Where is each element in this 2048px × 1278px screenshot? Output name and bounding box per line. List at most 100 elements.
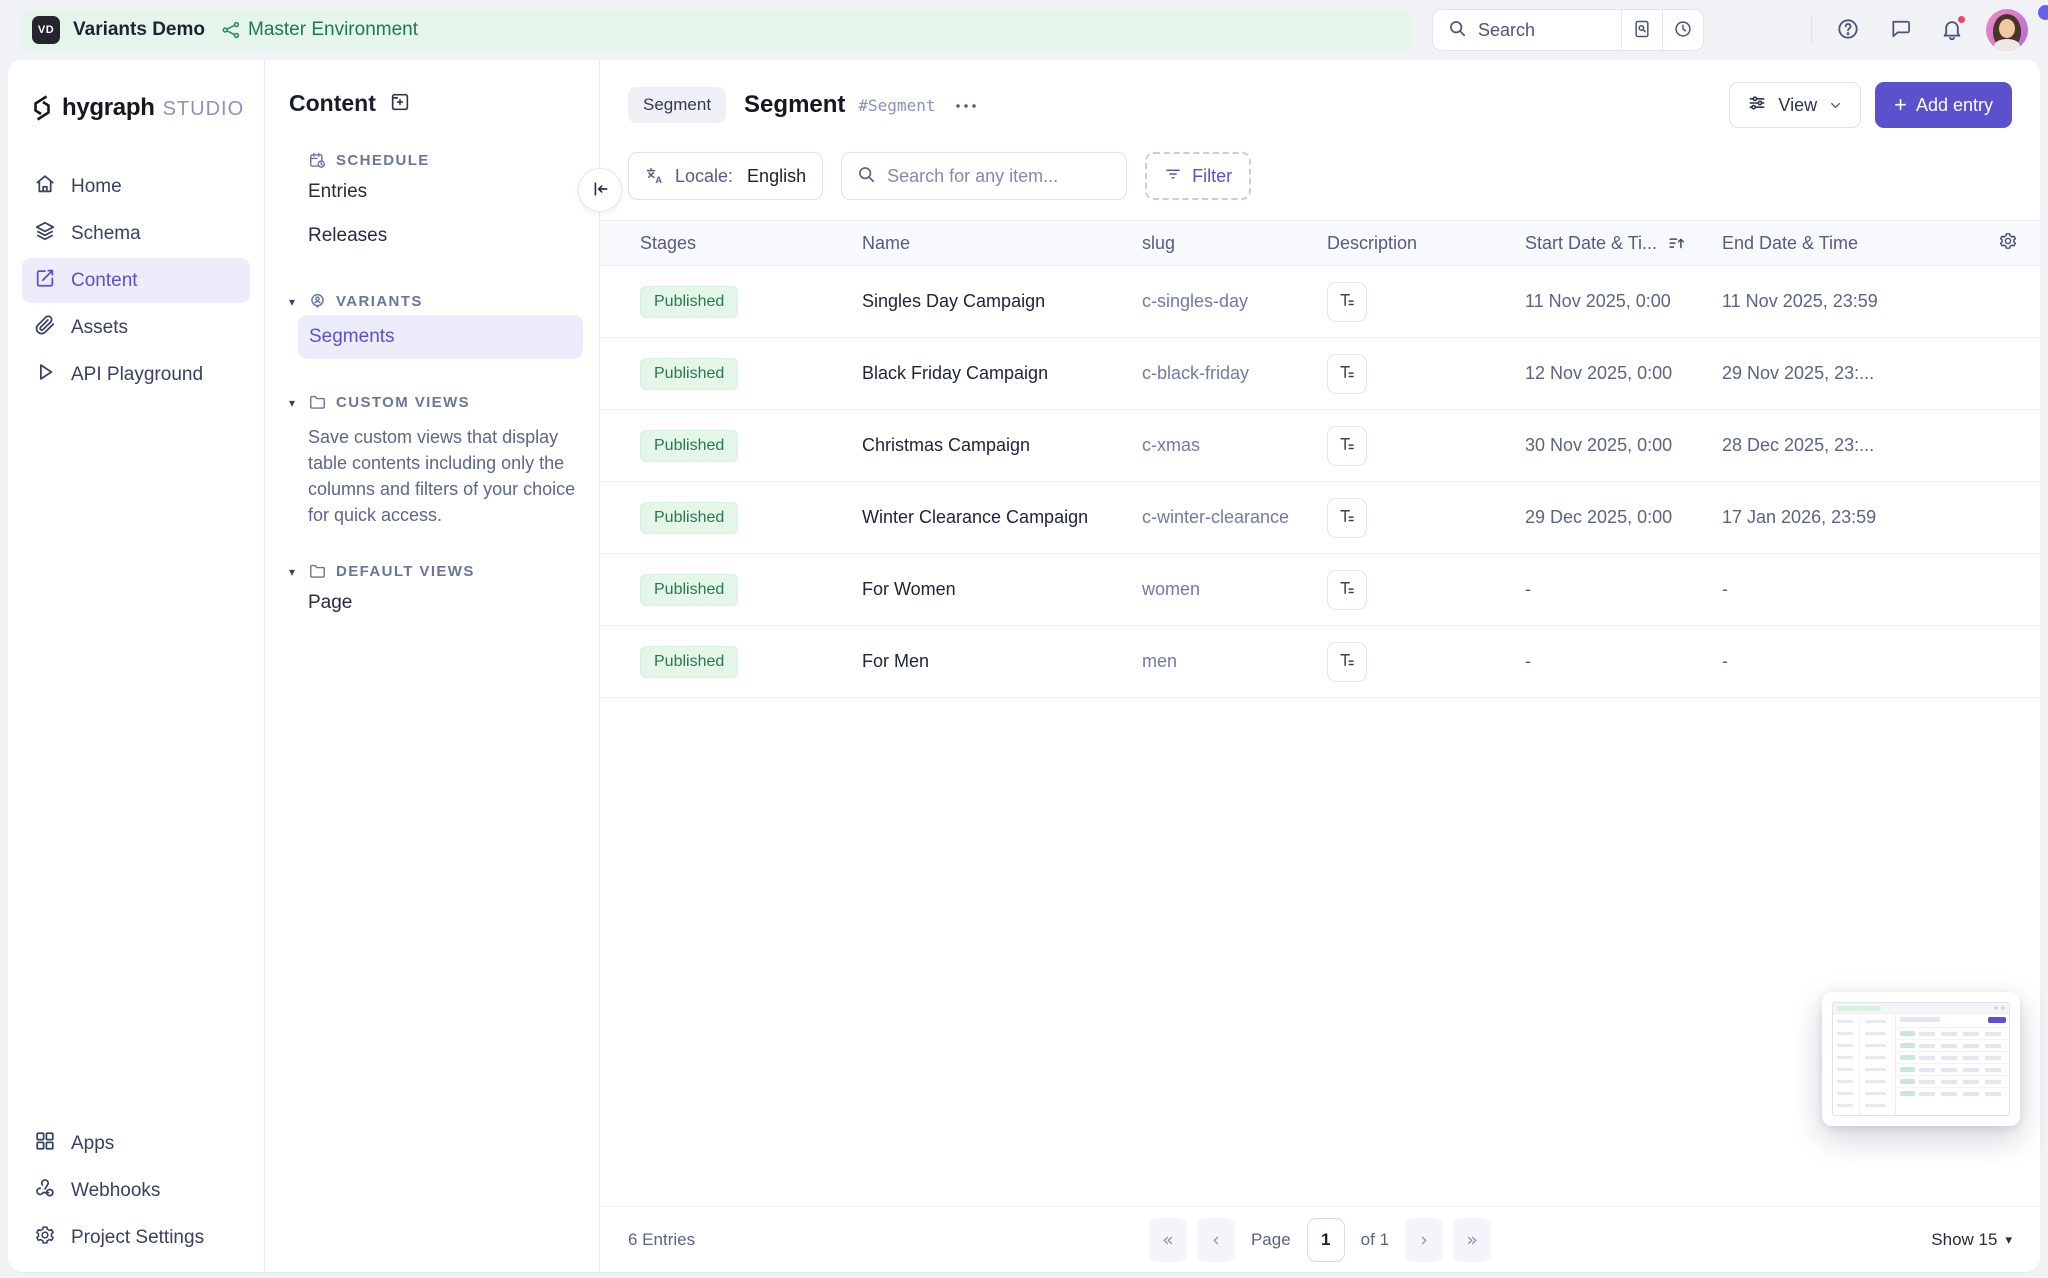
cell-end-date: 11 Nov 2025, 23:59 xyxy=(1722,291,1976,312)
rich-text-cell-button[interactable] xyxy=(1327,642,1367,682)
layers-icon xyxy=(34,220,56,248)
default-views-item-page[interactable]: Page xyxy=(289,581,577,625)
svg-text:A: A xyxy=(655,175,662,185)
sidebar-item-api-playground[interactable]: API Playground xyxy=(22,352,250,397)
section-schedule: SCHEDULE xyxy=(289,151,577,170)
next-page-button[interactable]: › xyxy=(1405,1218,1443,1262)
corner-notification-dot xyxy=(2038,5,2048,20)
cell-slug: c-black-friday xyxy=(1142,363,1327,384)
sidebar-item-home[interactable]: Home xyxy=(22,164,250,209)
table-row[interactable]: Published Black Friday Campaign c-black-… xyxy=(600,338,2040,410)
cell-end-date: 28 Dec 2025, 23:... xyxy=(1722,435,1976,456)
help-icon xyxy=(1836,17,1860,44)
page-number-input[interactable] xyxy=(1307,1218,1345,1262)
column-header-start-date[interactable]: Start Date & Ti... xyxy=(1525,233,1722,254)
sidebar-item-label: Apps xyxy=(71,1133,114,1155)
section-label: DEFAULT VIEWS xyxy=(336,563,475,580)
more-options-button[interactable] xyxy=(949,92,983,119)
divider xyxy=(1811,17,1812,43)
rich-text-cell-button[interactable] xyxy=(1327,570,1367,610)
cell-slug: c-winter-clearance xyxy=(1142,507,1327,528)
caret-down-icon[interactable]: ▾ xyxy=(289,295,308,309)
add-entry-label: Add entry xyxy=(1916,95,1993,116)
custom-views-description: Save custom views that display table con… xyxy=(308,424,577,528)
filter-label: Filter xyxy=(1192,166,1232,187)
environment-name[interactable]: Master Environment xyxy=(248,19,418,41)
caret-down-icon[interactable]: ▾ xyxy=(289,565,308,579)
edit-square-icon xyxy=(34,267,56,295)
first-page-button[interactable]: « xyxy=(1149,1218,1187,1262)
home-icon xyxy=(34,173,56,201)
column-header-name[interactable]: Name xyxy=(862,233,1142,254)
rich-text-cell-button[interactable] xyxy=(1327,498,1367,538)
table-row[interactable]: Published Singles Day Campaign c-singles… xyxy=(600,266,2040,338)
sidebar-item-apps[interactable]: Apps xyxy=(22,1121,250,1166)
sort-icon[interactable] xyxy=(1667,234,1686,253)
of-label: of 1 xyxy=(1361,1230,1389,1250)
view-button[interactable]: View xyxy=(1729,82,1861,128)
add-entry-button[interactable]: + Add entry xyxy=(1875,82,2012,128)
page-size-select[interactable]: Show 15 ▾ xyxy=(1931,1230,2012,1250)
table-row[interactable]: Published Winter Clearance Campaign c-wi… xyxy=(600,482,2040,554)
doc-search-icon xyxy=(1632,19,1652,42)
project-name: Variants Demo xyxy=(73,19,205,41)
sidebar-item-label: Content xyxy=(71,270,138,292)
sidebar-item-project-settings[interactable]: Project Settings xyxy=(22,1215,250,1260)
prev-page-button[interactable]: ‹ xyxy=(1197,1218,1235,1262)
rich-text-cell-button[interactable] xyxy=(1327,426,1367,466)
filter-button[interactable]: Filter xyxy=(1145,152,1251,200)
rich-text-cell-button[interactable] xyxy=(1327,354,1367,394)
screen-recording-preview[interactable] xyxy=(1822,992,2020,1126)
filter-icon xyxy=(1164,165,1182,188)
table-row[interactable]: Published For Women women - - xyxy=(600,554,2040,626)
rich-text-icon xyxy=(1338,435,1356,456)
cell-end-date: - xyxy=(1722,651,1976,672)
help-button[interactable] xyxy=(1828,10,1868,50)
caret-down-icon[interactable]: ▾ xyxy=(289,396,308,410)
add-view-group-button[interactable] xyxy=(389,91,411,116)
cell-slug: c-xmas xyxy=(1142,435,1327,456)
last-page-button[interactable]: » xyxy=(1453,1218,1491,1262)
locale-selector[interactable]: A Locale: English xyxy=(628,152,823,200)
sidebar-item-label: Assets xyxy=(71,317,128,339)
entries-count: 6 Entries xyxy=(628,1230,695,1250)
cell-start-date: 11 Nov 2025, 0:00 xyxy=(1525,291,1722,312)
sidebar-item-content[interactable]: Content xyxy=(22,258,250,303)
sidebar-item-assets[interactable]: Assets xyxy=(22,305,250,350)
schedule-item-releases[interactable]: Releases xyxy=(289,214,577,258)
variants-item-segments[interactable]: Segments xyxy=(298,315,583,359)
logo-word: hygraph xyxy=(62,94,155,122)
table-settings-button[interactable] xyxy=(1976,231,2040,256)
toolbar: A Locale: English Search for any item...… xyxy=(600,136,2040,220)
logo-suffix: STUDIO xyxy=(163,98,245,121)
column-header-slug[interactable]: slug xyxy=(1142,233,1327,254)
cell-name: Christmas Campaign xyxy=(862,435,1142,456)
feedback-chat-icon xyxy=(1889,17,1912,43)
status-badge: Published xyxy=(640,286,738,318)
recent-history-button[interactable] xyxy=(1663,10,1703,50)
feedback-button[interactable] xyxy=(1880,10,1920,50)
notifications-button[interactable] xyxy=(1932,10,1972,50)
project-avatar[interactable]: VD xyxy=(32,16,60,44)
cell-name: Black Friday Campaign xyxy=(862,363,1142,384)
collapse-panel-button[interactable] xyxy=(578,168,622,212)
item-search-input[interactable]: Search for any item... xyxy=(841,152,1127,200)
column-header-description[interactable]: Description xyxy=(1327,233,1525,254)
column-header-stages[interactable]: Stages xyxy=(640,233,862,254)
environment-banner[interactable]: VD Variants Demo Master Environment xyxy=(20,10,1412,50)
sliders-icon xyxy=(1747,93,1767,118)
search-input[interactable]: Search xyxy=(1433,18,1621,43)
paperclip-icon xyxy=(34,314,56,342)
model-chip[interactable]: Segment xyxy=(628,87,726,123)
column-header-end-date[interactable]: End Date & Time xyxy=(1722,233,1976,254)
logo[interactable]: hygraph STUDIO xyxy=(30,94,242,122)
rich-text-cell-button[interactable] xyxy=(1327,282,1367,322)
sidebar-item-webhooks[interactable]: Webhooks xyxy=(22,1168,250,1213)
user-avatar[interactable] xyxy=(1986,9,2028,51)
table-row[interactable]: Published Christmas Campaign c-xmas 30 N… xyxy=(600,410,2040,482)
schedule-item-entries[interactable]: Entries xyxy=(289,170,577,214)
table-row[interactable]: Published For Men men - - xyxy=(600,626,2040,698)
global-search: Search xyxy=(1432,9,1704,51)
doc-search-button[interactable] xyxy=(1622,10,1662,50)
sidebar-item-schema[interactable]: Schema xyxy=(22,211,250,256)
